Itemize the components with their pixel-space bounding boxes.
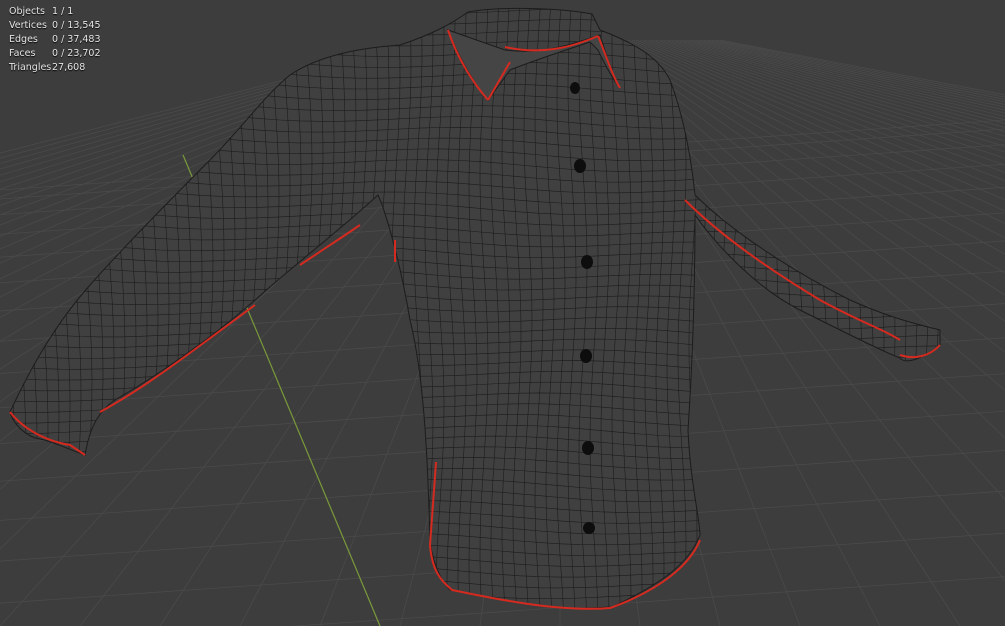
wire-line <box>28 8 38 609</box>
wire-line <box>0 0 4 620</box>
grid-line <box>683 39 1005 121</box>
button-2 <box>574 159 586 173</box>
stat-value: 0 / 37,483 <box>52 34 101 45</box>
grid-line <box>655 39 1005 153</box>
stat-label: Faces <box>9 48 36 59</box>
stat-value: 0 / 13,545 <box>52 20 101 31</box>
stat-label: Objects <box>9 6 45 17</box>
wire-line <box>10 601 940 609</box>
wire-line <box>986 0 994 620</box>
wire-line <box>930 8 940 609</box>
wire-line <box>953 0 961 620</box>
wire-line <box>964 0 972 620</box>
grid-line <box>647 39 1005 166</box>
button-1 <box>570 82 580 94</box>
wire-line <box>886 8 896 609</box>
wire-line <box>997 0 1005 620</box>
stat-value: 27,608 <box>52 62 86 73</box>
stat-value: 0 / 23,702 <box>52 48 101 59</box>
stat-label: Vertices <box>9 20 47 31</box>
viewport-scene[interactable] <box>0 0 1005 626</box>
button-5 <box>582 441 594 455</box>
wire-line <box>975 0 983 620</box>
shirt-mesh[interactable] <box>0 0 1005 626</box>
wire-line <box>942 0 950 620</box>
stat-value: 1 / 1 <box>52 6 74 17</box>
button-6 <box>583 522 595 534</box>
stat-triangles: Triangles 27,608 <box>9 61 101 75</box>
button-4 <box>580 349 592 363</box>
stat-label: Triangles <box>9 62 52 73</box>
stat-edges: Edges 0 / 37,483 <box>9 33 101 47</box>
wire-line <box>919 8 929 609</box>
grid-line <box>671 39 1005 133</box>
stat-vertices: Vertices 0 / 13,545 <box>9 19 101 33</box>
3d-viewport[interactable]: Objects 1 / 1 Vertices 0 / 13,545 Edges … <box>0 0 1005 626</box>
wire-line <box>875 8 885 609</box>
grid-line <box>659 39 1005 147</box>
button-3 <box>581 255 593 269</box>
scene-statistics-overlay: Objects 1 / 1 Vertices 0 / 13,545 Edges … <box>9 5 101 75</box>
wire-line <box>61 8 71 609</box>
wire-line <box>897 8 907 609</box>
stat-faces: Faces 0 / 23,702 <box>9 47 101 61</box>
wire-line <box>39 8 49 609</box>
stat-objects: Objects 1 / 1 <box>9 5 101 19</box>
stat-label: Edges <box>9 34 38 45</box>
grid-line <box>675 39 1005 128</box>
grid-line <box>651 39 1005 159</box>
